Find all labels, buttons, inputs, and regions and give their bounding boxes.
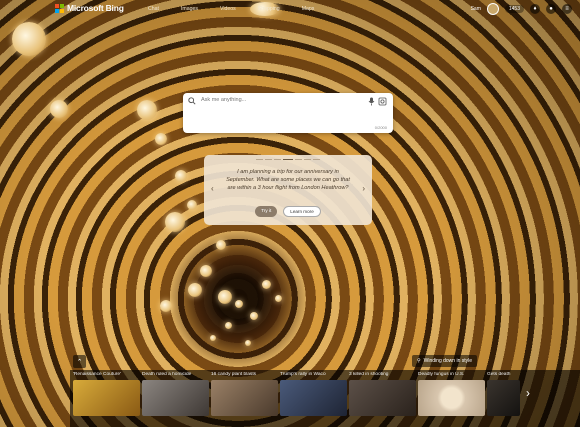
main-nav: Chat Images Videos Shopping Maps	[148, 6, 314, 12]
news-card-title: Trump's rally in Waco	[280, 372, 326, 377]
news-card[interactable]: Deadly fungus in U.S.	[418, 372, 485, 417]
news-card-image	[349, 380, 416, 416]
news-card-image	[211, 380, 278, 416]
chevron-right-icon[interactable]: ›	[362, 184, 365, 193]
news-card-title: Deadly fungus in U.S.	[418, 372, 465, 377]
account-area: Sam 1453 ♦ ● ≡	[471, 3, 572, 15]
news-card-image	[73, 380, 140, 416]
news-card-image	[280, 380, 347, 416]
menu-icon[interactable]: ≡	[562, 4, 572, 14]
rewards-points[interactable]: 1453	[504, 5, 524, 13]
search-input[interactable]	[199, 96, 353, 104]
news-card[interactable]: 3 killed in shooting	[349, 372, 416, 417]
news-next-button[interactable]: ›	[520, 378, 536, 408]
news-card-image	[142, 380, 209, 416]
news-card-title: Death ruled a homicide	[142, 372, 192, 377]
visual-search-icon[interactable]	[378, 97, 387, 106]
news-card-image	[487, 380, 520, 416]
try-it-button[interactable]: Try it	[255, 206, 278, 217]
news-card-title: 3 killed in shooting	[349, 372, 389, 377]
chevron-left-icon[interactable]: ‹	[211, 184, 214, 193]
copilot-suggestion-card: ‹ I am planning a trip for our anniversa…	[204, 155, 372, 225]
chevron-up-icon: ⌃	[76, 358, 83, 366]
news-card-title: Gets death	[487, 372, 511, 377]
brand-name: Microsoft Bing	[67, 3, 124, 13]
news-card[interactable]: 16 candy plant blasts	[211, 372, 278, 417]
copilot-prompt: I am planning a trip for our anniversary…	[226, 169, 350, 191]
nav-videos[interactable]: Videos	[220, 6, 236, 12]
news-card-title: 16 candy plant blasts	[211, 372, 257, 377]
user-name[interactable]: Sam	[471, 6, 481, 12]
search-icon	[188, 97, 196, 105]
learn-more-button[interactable]: Learn more	[283, 206, 321, 217]
nav-maps[interactable]: Maps	[302, 6, 315, 12]
news-card-title: 'Renaissance Couture'	[73, 372, 121, 377]
avatar[interactable]	[486, 3, 499, 15]
news-card[interactable]: Trump's rally in Waco	[280, 372, 347, 417]
image-caption[interactable]: ⚲ Winding down in style	[412, 355, 478, 367]
char-counter: 0/2000	[374, 125, 387, 130]
nav-images[interactable]: Images	[181, 6, 198, 12]
microphone-icon[interactable]	[368, 97, 375, 106]
microsoft-logo-icon	[55, 3, 64, 13]
location-pin-icon: ⚲	[417, 358, 421, 364]
news-card[interactable]: Death ruled a homicide	[142, 372, 209, 417]
rewards-trophy-icon[interactable]: ♦	[530, 4, 540, 14]
notifications-bell-icon[interactable]: ●	[546, 4, 556, 14]
bing-logo[interactable]: Microsoft Bing	[55, 3, 124, 13]
carousel-indicator	[204, 159, 372, 160]
chevron-right-icon: ›	[526, 386, 530, 400]
news-card[interactable]: Gets death	[487, 372, 520, 417]
nav-chat[interactable]: Chat	[148, 6, 159, 12]
search-box: 0/2000	[183, 93, 393, 133]
top-bar: Microsoft Bing Chat Images Videos Shoppi…	[0, 0, 580, 18]
news-card[interactable]: 'Renaissance Couture'	[73, 372, 140, 417]
image-caption-text: Winding down in style	[423, 358, 473, 364]
collapse-feed-button[interactable]: ⌃	[73, 355, 86, 368]
nav-shopping[interactable]: Shopping	[258, 6, 280, 12]
news-card-image	[418, 380, 485, 416]
